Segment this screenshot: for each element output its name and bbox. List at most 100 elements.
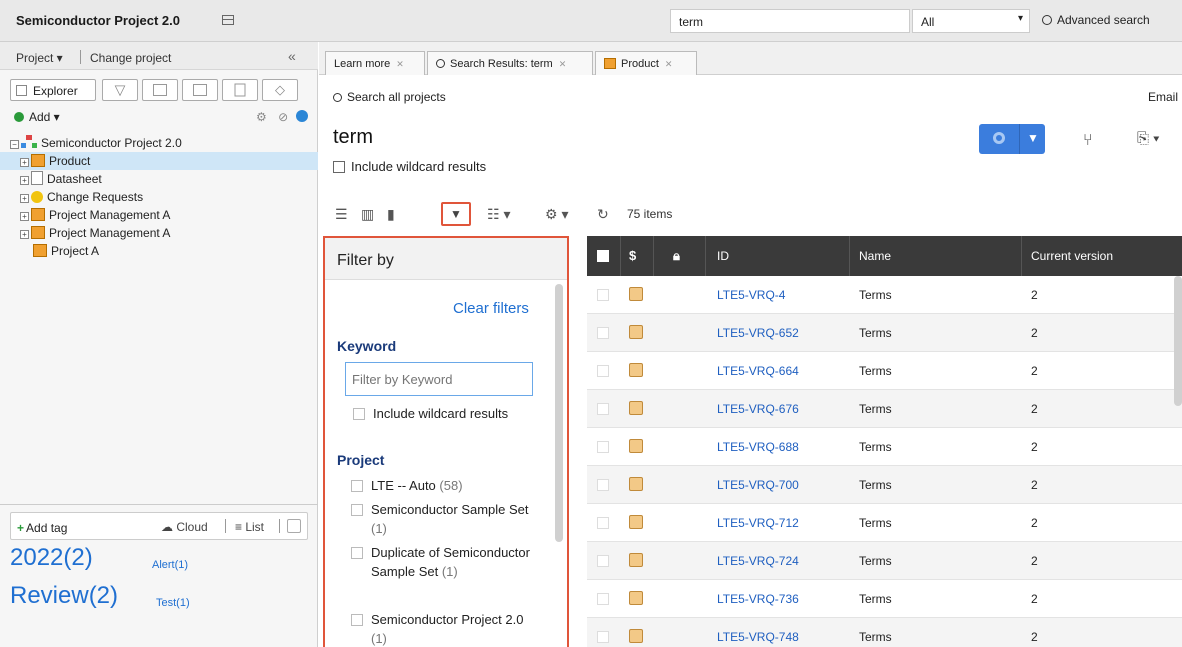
item-id-link[interactable]: LTE5-VRQ-688	[717, 440, 799, 454]
add-tag-button[interactable]: + Add tag	[17, 521, 67, 535]
select-all-checkbox[interactable]	[597, 250, 609, 262]
tree-item-product[interactable]: + Product	[0, 152, 318, 170]
advanced-search-link[interactable]: Advanced search	[1042, 13, 1150, 27]
tag-alert[interactable]: Alert(1)	[152, 559, 188, 571]
tab-learn-more[interactable]: Learn more ✕	[325, 51, 425, 75]
expand-icon[interactable]: +	[20, 212, 29, 221]
collapse-sidebar-icon[interactable]: «	[288, 48, 296, 64]
table-row[interactable]: LTE5-VRQ-652 Terms 2	[587, 314, 1182, 352]
row-checkbox[interactable]	[597, 479, 609, 491]
project-menu[interactable]: Project ▾	[16, 51, 63, 65]
row-checkbox[interactable]	[597, 289, 609, 301]
item-id-link[interactable]: LTE5-VRQ-736	[717, 592, 799, 606]
expand-icon[interactable]: +	[20, 158, 29, 167]
export-icon[interactable]: ⎘ ▾	[1137, 130, 1159, 147]
table-row[interactable]: LTE5-VRQ-676 Terms 2	[587, 390, 1182, 428]
tree-item-root[interactable]: − Semiconductor Project 2.0	[10, 134, 318, 152]
tab-search-results[interactable]: Search Results: term ✕	[427, 51, 593, 75]
search-input[interactable]: term	[670, 9, 910, 33]
actions-button[interactable]: ▼	[979, 124, 1045, 154]
table-row[interactable]: LTE5-VRQ-688 Terms 2	[587, 428, 1182, 466]
scrollbar[interactable]	[1174, 276, 1182, 406]
table-row[interactable]: LTE5-VRQ-664 Terms 2	[587, 352, 1182, 390]
list-view-button[interactable]: ≡ List	[235, 520, 264, 534]
expand-icon[interactable]: +	[20, 176, 29, 185]
row-checkbox[interactable]	[597, 365, 609, 377]
column-options-icon[interactable]: ☷ ▾	[487, 206, 510, 223]
collapse-icon[interactable]: −	[10, 140, 19, 149]
table-row[interactable]: LTE5-VRQ-736 Terms 2	[587, 580, 1182, 618]
close-icon[interactable]: ✕	[396, 59, 404, 70]
checkbox[interactable]	[351, 614, 363, 626]
item-id-link[interactable]: LTE5-VRQ-748	[717, 630, 799, 644]
tab-document[interactable]	[222, 79, 258, 101]
reading-view-icon[interactable]: ▥	[361, 206, 374, 223]
expand-icon[interactable]: +	[20, 194, 29, 203]
row-checkbox[interactable]	[597, 441, 609, 453]
tree-item-datasheet[interactable]: + Datasheet	[10, 170, 318, 188]
gear-icon[interactable]: ⚙ ▾	[545, 206, 568, 223]
refresh-icon[interactable]: ↻	[597, 206, 609, 223]
tab-window[interactable]	[182, 79, 218, 101]
tab-grid[interactable]	[142, 79, 178, 101]
row-checkbox[interactable]	[597, 403, 609, 415]
tag-test[interactable]: Test(1)	[156, 597, 190, 609]
tab-tags[interactable]: ◇	[262, 79, 298, 101]
item-id-link[interactable]: LTE5-VRQ-700	[717, 478, 799, 492]
row-checkbox[interactable]	[597, 327, 609, 339]
row-checkbox[interactable]	[597, 593, 609, 605]
project-filter-option[interactable]: Duplicate of Semiconductor Sample Set (1…	[351, 543, 541, 581]
email-link[interactable]: Email	[1148, 90, 1178, 104]
tree-item-project-management-a-2[interactable]: + Project Management A	[10, 224, 318, 242]
document-view-icon[interactable]: ▮	[387, 206, 395, 223]
close-icon[interactable]: ✕	[665, 59, 673, 70]
project-filter-option[interactable]: Semiconductor Project 2.0 (1)	[351, 610, 541, 647]
item-id-link[interactable]: LTE5-VRQ-4	[717, 288, 785, 302]
close-icon[interactable]: ✕	[559, 59, 567, 70]
tree-item-change-requests[interactable]: + Change Requests	[10, 188, 318, 206]
checkbox[interactable]	[351, 480, 363, 492]
refresh-icon[interactable]	[287, 519, 301, 533]
scrollbar[interactable]	[555, 284, 563, 542]
item-id-link[interactable]: LTE5-VRQ-712	[717, 516, 799, 530]
keyword-filter-input[interactable]	[345, 362, 533, 396]
tab-explorer[interactable]: Explorer	[10, 79, 96, 101]
item-id-link[interactable]: LTE5-VRQ-724	[717, 554, 799, 568]
table-row[interactable]: LTE5-VRQ-700 Terms 2	[587, 466, 1182, 504]
column-header-name[interactable]: Name	[859, 249, 891, 263]
list-view-icon[interactable]: ☰	[335, 206, 348, 223]
item-id-link[interactable]: LTE5-VRQ-664	[717, 364, 799, 378]
add-menu[interactable]: Add ▾	[14, 110, 60, 124]
checkbox[interactable]	[333, 161, 345, 173]
row-checkbox[interactable]	[597, 555, 609, 567]
tag-review[interactable]: Review(2)	[10, 582, 118, 610]
item-id-link[interactable]: LTE5-VRQ-652	[717, 326, 799, 340]
tab-product[interactable]: Product ✕	[595, 51, 697, 75]
table-row[interactable]: LTE5-VRQ-748 Terms 2	[587, 618, 1182, 647]
table-row[interactable]: LTE5-VRQ-724 Terms 2	[587, 542, 1182, 580]
panel-splitter[interactable]	[0, 504, 318, 510]
item-id-link[interactable]: LTE5-VRQ-676	[717, 402, 799, 416]
checkbox[interactable]	[351, 504, 363, 516]
tree-item-project-management-a[interactable]: + Project Management A	[10, 206, 318, 224]
checkbox[interactable]	[353, 408, 365, 420]
filter-toggle-button[interactable]: ▼	[441, 202, 471, 226]
table-row[interactable]: LTE5-VRQ-712 Terms 2	[587, 504, 1182, 542]
help-icon[interactable]	[296, 110, 308, 122]
settings-icon[interactable]: ⚙ ⊘	[256, 110, 292, 124]
expand-icon[interactable]: +	[20, 230, 29, 239]
window-icon[interactable]	[222, 15, 234, 25]
clear-filters-link[interactable]: Clear filters	[453, 300, 529, 317]
row-checkbox[interactable]	[597, 631, 609, 643]
project-filter-option[interactable]: LTE -- Auto (58)	[351, 476, 541, 495]
tab-filter[interactable]: ▽	[102, 79, 138, 101]
table-row[interactable]: LTE5-VRQ-4 Terms 2	[587, 276, 1182, 314]
column-header-current-version[interactable]: Current version	[1031, 249, 1113, 263]
change-project-link[interactable]: Change project	[90, 51, 171, 65]
cloud-view-button[interactable]: ☁ Cloud	[161, 520, 208, 534]
column-header-id[interactable]: ID	[717, 249, 729, 263]
search-all-projects-link[interactable]: Search all projects	[333, 90, 446, 104]
wildcard-checkbox[interactable]: Include wildcard results	[333, 159, 486, 174]
tree-item-project-a[interactable]: Project A	[10, 242, 318, 260]
project-filter-option[interactable]: Semiconductor Sample Set (1)	[351, 500, 541, 538]
